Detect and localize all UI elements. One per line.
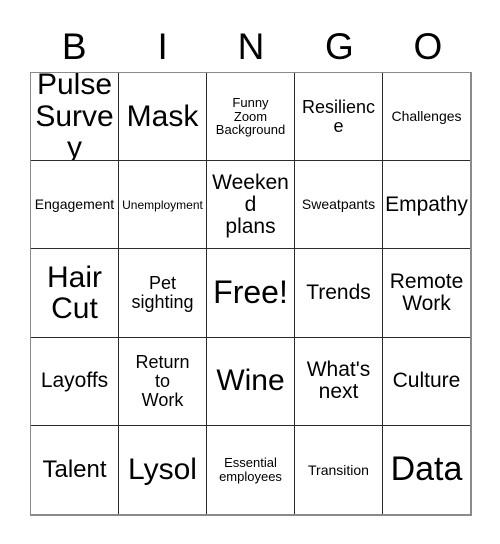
bingo-cell[interactable]: Trends	[295, 249, 383, 338]
bingo-header-letter-4: G	[325, 25, 354, 67]
bingo-header-letter-2: I	[157, 25, 168, 67]
bingo-cell[interactable]: Funny Zoom Background	[207, 73, 295, 162]
bingo-cell[interactable]: What's next	[295, 337, 383, 426]
bingo-header-letter-3: N	[237, 25, 265, 67]
bingo-cell[interactable]: Pulse Survey	[31, 73, 119, 162]
bingo-cell[interactable]: Pet sighting	[119, 249, 207, 338]
bingo-header-letter-1: B	[61, 25, 87, 67]
bingo-row: Hair Cut Pet sighting Free! Trends Remote Work	[31, 249, 470, 338]
bingo-cell[interactable]: Essential employees	[207, 425, 295, 515]
bingo-cell[interactable]: Layoffs	[31, 337, 119, 426]
bingo-cell[interactable]: Resilience	[295, 73, 383, 162]
bingo-row: Engagement Unemployment Weekend plans Sweatp…	[31, 161, 470, 250]
bingo-free-space[interactable]: Free!	[207, 249, 295, 338]
bingo-cell[interactable]: Mask	[119, 73, 207, 162]
bingo-header-letter-5: O	[413, 25, 443, 67]
bingo-header-row: BINGO	[30, 22, 472, 70]
bingo-cell[interactable]: Talent	[31, 425, 119, 515]
bingo-cell[interactable]: Empathy	[383, 161, 470, 250]
bingo-cell[interactable]: Engagement	[31, 161, 119, 250]
bingo-cell[interactable]: Hair Cut	[31, 249, 119, 338]
bingo-cell[interactable]: Lysol	[119, 425, 207, 515]
bingo-row: Layoffs Return to Work Wine What's next Culture	[31, 337, 470, 426]
bingo-cell[interactable]: Transition	[295, 425, 383, 515]
bingo-cell[interactable]: Challenges	[383, 73, 470, 162]
bingo-cell[interactable]: Wine	[207, 337, 295, 426]
bingo-cell[interactable]: Weekend plans	[207, 161, 295, 250]
bingo-cell[interactable]: Sweatpants	[295, 161, 383, 250]
bingo-cell[interactable]: Unemployment	[119, 161, 207, 250]
bingo-cell[interactable]: Culture	[383, 337, 470, 426]
bingo-cell[interactable]: Remote Work	[383, 249, 470, 338]
bingo-card: B I N G O Pulse Survey Mask Funny Zoom Background…	[0, 0, 500, 544]
bingo-row: Talent Lysol Essential employees Transition D…	[31, 425, 470, 515]
bingo-cell[interactable]: Data	[383, 425, 470, 515]
bingo-grid: Pulse Survey Mask Funny Zoom Background Resili…	[30, 72, 472, 516]
bingo-row: Pulse Survey Mask Funny Zoom Background Resili…	[31, 73, 470, 162]
bingo-cell[interactable]: Return to Work	[119, 337, 207, 426]
